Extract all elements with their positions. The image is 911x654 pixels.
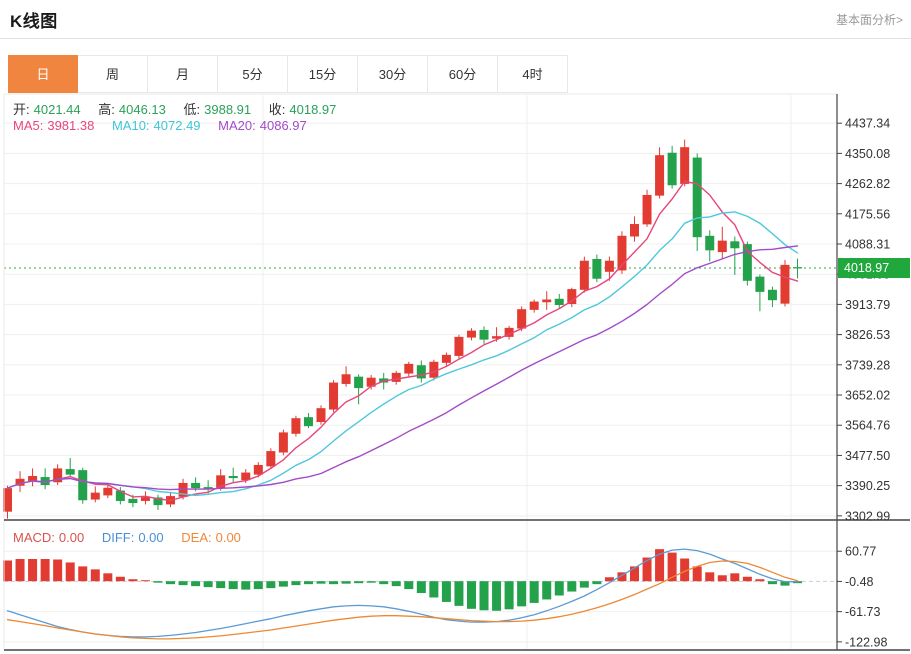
svg-text:3564.76: 3564.76 (845, 419, 890, 433)
kline-chart-area[interactable]: 4437.34 4350.08 4262.82 4175.56 4088.31 4001.… (0, 93, 911, 654)
tab-15min[interactable]: 15分 (288, 55, 358, 93)
kline-chart-svg: 4437.34 4350.08 4262.82 4175.56 4088.31 4001.… (0, 93, 911, 654)
tab-5min[interactable]: 5分 (218, 55, 288, 93)
tab-4hour[interactable]: 4时 (498, 55, 568, 93)
svg-text:4262.82: 4262.82 (845, 177, 890, 191)
tab-day[interactable]: 日 (8, 55, 78, 93)
svg-text:-0.48: -0.48 (845, 575, 874, 589)
page-title: K线图 (10, 7, 58, 32)
svg-text:4175.56: 4175.56 (845, 207, 890, 221)
svg-text:3390.25: 3390.25 (845, 479, 890, 493)
svg-text:3826.53: 3826.53 (845, 328, 890, 342)
svg-text:3477.50: 3477.50 (845, 449, 890, 463)
svg-text:-61.73: -61.73 (845, 605, 880, 619)
tab-60min[interactable]: 60分 (428, 55, 498, 93)
tab-month[interactable]: 月 (148, 55, 218, 93)
svg-text:-122.98: -122.98 (845, 635, 887, 649)
tab-30min[interactable]: 30分 (358, 55, 428, 93)
fundamental-analysis-link[interactable]: 基本面分析> (836, 11, 903, 28)
svg-text:3913.79: 3913.79 (845, 298, 890, 312)
tab-week[interactable]: 周 (78, 55, 148, 93)
period-tab-bar: 日 周 月 5分 15分 30分 60分 4时 (8, 55, 911, 93)
svg-text:4350.08: 4350.08 (845, 147, 890, 161)
svg-text:4088.31: 4088.31 (845, 237, 890, 251)
svg-text:3302.99: 3302.99 (845, 509, 890, 523)
page-header: K线图 基本面分析> (0, 0, 911, 39)
svg-text:3739.28: 3739.28 (845, 358, 890, 372)
svg-text:4001.05: 4001.05 (845, 268, 890, 282)
svg-text:60.77: 60.77 (845, 545, 876, 559)
svg-text:3652.02: 3652.02 (845, 389, 890, 403)
svg-text:4437.34: 4437.34 (845, 117, 890, 131)
